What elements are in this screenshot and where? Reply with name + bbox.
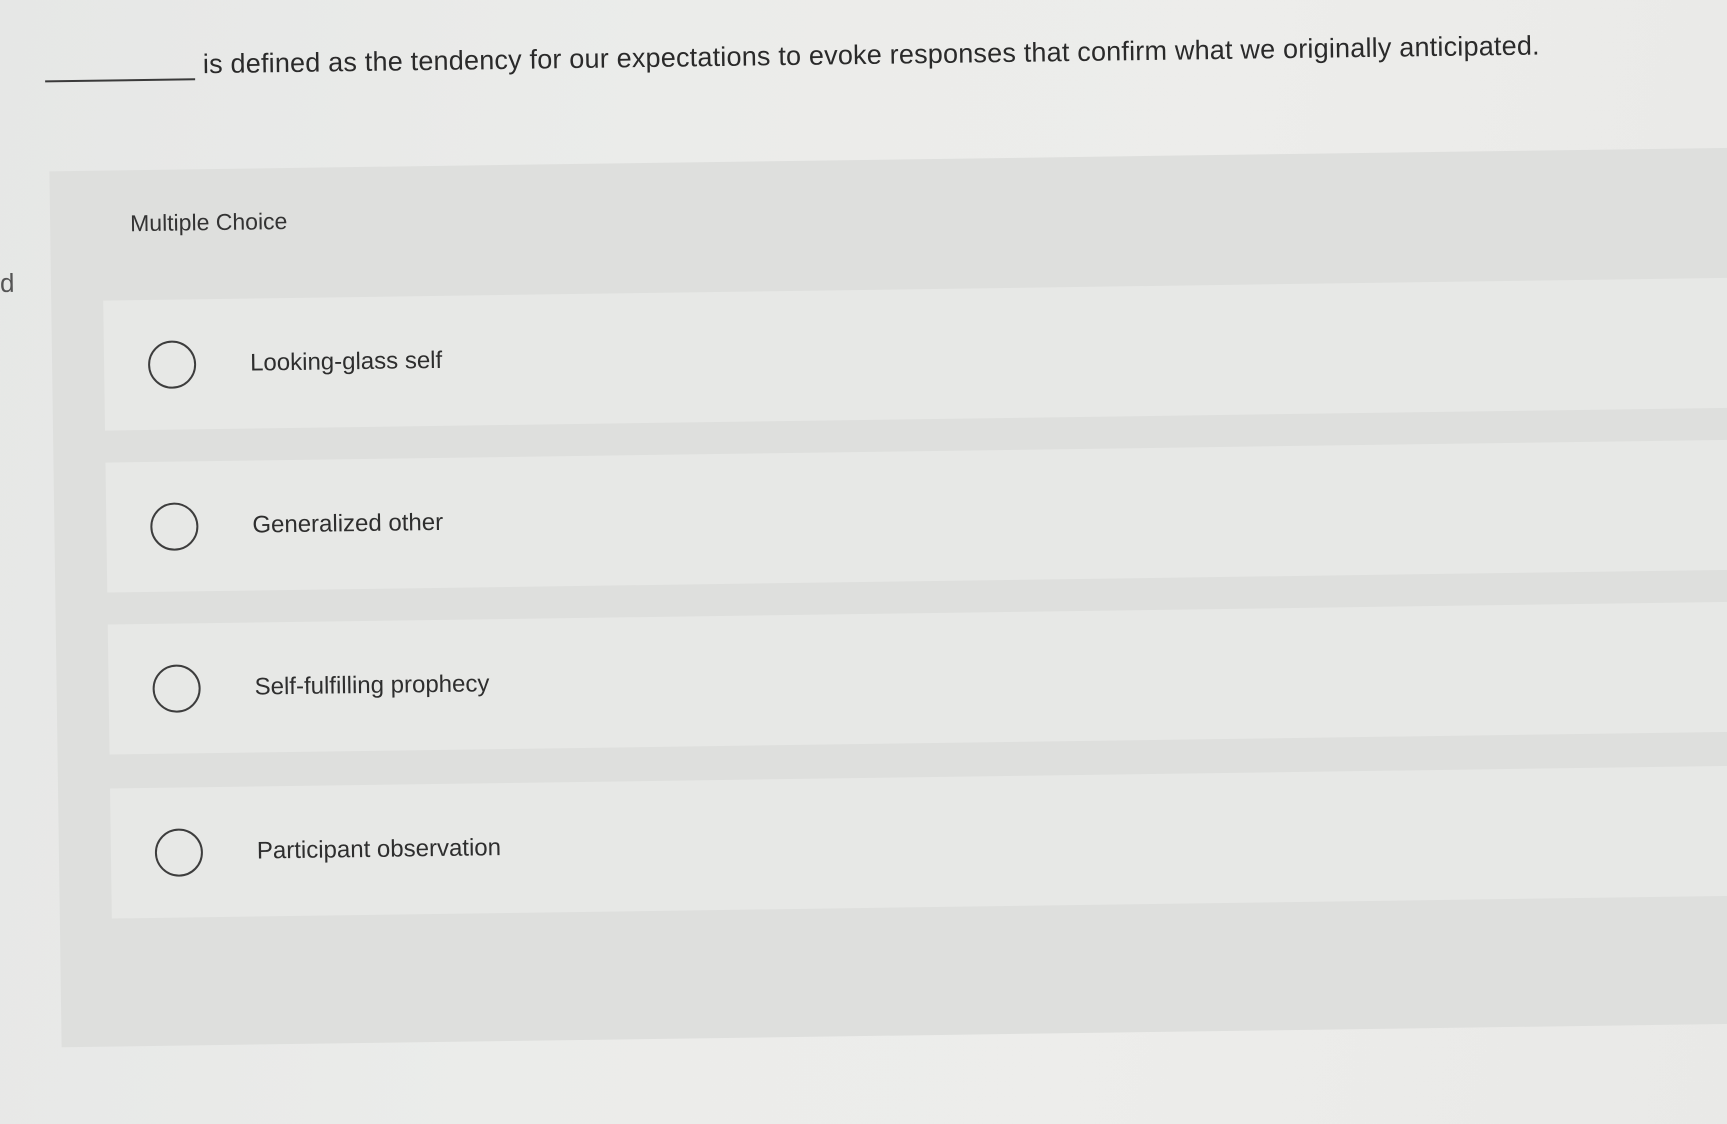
fill-in-blank (44, 52, 196, 83)
radio-button-icon[interactable] (147, 340, 197, 389)
answer-option-looking-glass-self[interactable]: Looking-glass self (103, 277, 1727, 431)
answer-option-self-fulfilling-prophecy[interactable]: Self-fulfilling prophecy (107, 601, 1727, 755)
answer-option-label: Participant observation (256, 834, 502, 865)
answer-option-label: Generalized other (252, 508, 444, 539)
cropped-edge-text: d (0, 267, 15, 299)
question-prompt: is defined as the tendency for our expec… (44, 30, 1540, 83)
question-type-label: Multiple Choice (129, 208, 288, 237)
answer-option-label: Self-fulfilling prophecy (254, 670, 490, 701)
multiple-choice-panel: Multiple Choice Looking-glass self Gener… (49, 147, 1727, 1048)
question-text: is defined as the tendency for our expec… (202, 30, 1540, 80)
radio-button-icon[interactable] (154, 828, 204, 877)
quiz-page: d is defined as the tendency for our exp… (0, 0, 1727, 1124)
radio-button-icon[interactable] (152, 664, 201, 713)
answer-option-participant-observation[interactable]: Participant observation (110, 765, 1727, 919)
answer-option-label: Looking-glass self (249, 346, 443, 377)
answer-option-generalized-other[interactable]: Generalized other (105, 439, 1727, 593)
radio-button-icon[interactable] (150, 502, 199, 551)
